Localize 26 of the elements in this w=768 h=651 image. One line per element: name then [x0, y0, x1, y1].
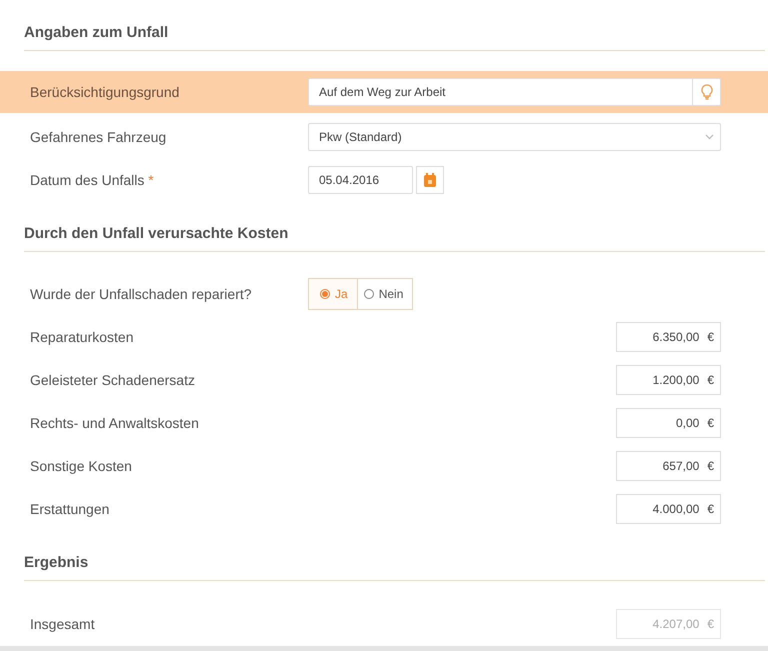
amount-field[interactable]: 1.200,00 €	[616, 364, 721, 394]
field-label: Reparaturkosten	[30, 328, 134, 344]
chevron-down-icon	[705, 134, 714, 140]
calendar-icon[interactable]	[423, 172, 437, 188]
amount-field[interactable]: 0,00 €	[616, 408, 721, 438]
amount-field: 4.207,00 €	[616, 608, 721, 638]
section-title: Angaben zum Unfall	[24, 0, 765, 51]
date-field[interactable]: 05.04.2016	[308, 166, 413, 194]
amount-field[interactable]: 4.000,00 €	[616, 494, 721, 524]
vehicle-dropdown[interactable]: Pkw (Standard)	[308, 122, 721, 150]
field-label: Insgesamt	[30, 616, 95, 632]
field-label: Geleisteter Schadenersatz	[30, 372, 195, 388]
field-label: Datum des Unfalls	[30, 172, 144, 188]
amount-field[interactable]: 657,00 €	[616, 450, 721, 480]
field-label: Gefahrenes Fahrzeug	[30, 128, 166, 144]
required-mark: *	[148, 172, 154, 188]
field-label: Berücksichtigungsgrund	[30, 84, 180, 100]
amount-field[interactable]: 6.350,00 €	[616, 322, 721, 352]
field-label: Erstattungen	[30, 500, 110, 516]
field-label: Wurde der Unfallschaden repariert?	[30, 286, 252, 302]
field-label: Sonstige Kosten	[30, 458, 132, 474]
field-label: Rechts- und Anwaltskosten	[30, 414, 199, 430]
section-title: Ergebnis	[24, 530, 765, 581]
lightbulb-icon[interactable]	[700, 84, 712, 100]
reason-field[interactable]: Auf dem Weg zur Arbeit	[308, 78, 721, 106]
section-title: Durch den Unfall verursachte Kosten	[24, 201, 765, 252]
